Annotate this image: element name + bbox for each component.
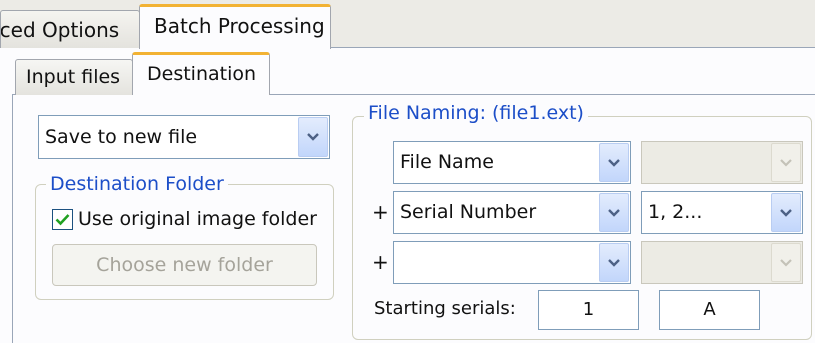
tab-batch-processing-label: Batch Processing [154,14,325,38]
name-format-2-dropdown[interactable]: 1, 2... [641,191,803,234]
destination-folder-legend: Destination Folder [46,173,228,195]
save-mode-dropdown[interactable]: Save to new file [38,115,330,159]
starting-serials-label: Starting serials: [374,298,516,319]
use-original-folder-checkbox[interactable] [52,209,73,230]
name-part-1-value: File Name [400,151,494,173]
save-mode-value: Save to new file [45,126,198,148]
tab-advanced-options[interactable]: nced Options [0,10,140,52]
name-part-1-dropdown[interactable]: File Name [393,141,631,184]
tab-input-files-label: Input files [26,66,121,88]
chevron-down-icon [771,243,801,282]
chevron-down-icon[interactable] [771,193,801,232]
name-format-3-dropdown [641,241,803,284]
plus-operator-2: + [372,200,389,224]
name-part-2-dropdown[interactable]: Serial Number [393,191,631,234]
name-format-2-value: 1, 2... [648,201,703,223]
use-original-folder-label[interactable]: Use original image folder [78,208,317,230]
starting-serial-numeric-input[interactable]: 1 [538,290,639,330]
chevron-down-icon[interactable] [599,243,629,282]
file-naming-legend: File Naming: (file1.ext) [364,102,588,124]
choose-new-folder-button[interactable]: Choose new folder [52,244,317,286]
check-icon [55,214,70,226]
tab-advanced-options-label: nced Options [0,18,120,42]
chevron-down-icon[interactable] [599,143,629,182]
chevron-down-icon [771,143,801,182]
chevron-down-icon[interactable] [298,117,328,157]
name-format-1-dropdown [641,141,803,184]
starting-serial-alpha-input[interactable]: A [659,290,760,330]
tab-destination-label: Destination [147,63,257,85]
plus-operator-3: + [372,250,389,274]
tab-input-files[interactable]: Input files [15,59,133,95]
name-part-2-value: Serial Number [400,201,537,223]
chevron-down-icon[interactable] [599,193,629,232]
name-part-3-dropdown[interactable] [393,241,631,284]
tab-batch-processing[interactable]: Batch Processing [139,4,331,49]
tab-destination[interactable]: Destination [132,52,270,95]
